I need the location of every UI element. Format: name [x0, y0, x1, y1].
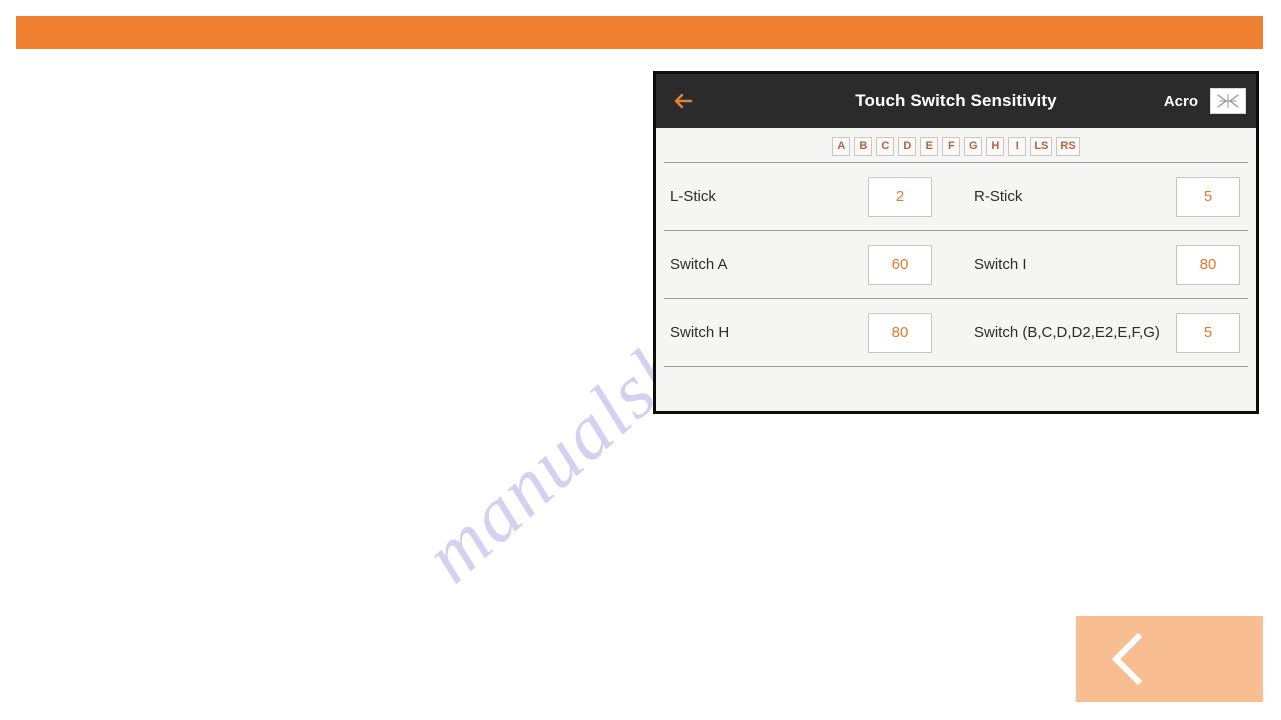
setting-value-input[interactable]: 80 — [1176, 244, 1240, 285]
tab-a[interactable]: A — [832, 137, 851, 156]
row-left-cell: Switch A 60 — [664, 244, 956, 285]
switch-tab-strip: A B C D E F G H I LS RS — [656, 128, 1256, 162]
setting-value-input[interactable]: 80 — [868, 312, 932, 353]
row-right-cell: Switch I 80 — [956, 244, 1248, 285]
tab-h[interactable]: H — [986, 137, 1005, 156]
setting-label: L-Stick — [670, 188, 716, 205]
header-right-group: Acro — [1164, 88, 1246, 114]
previous-page-button[interactable] — [1076, 616, 1263, 702]
table-row: Switch H 80 Switch (B,C,D,D2,E2,E,F,G) 5 — [656, 299, 1256, 366]
top-banner — [16, 16, 1263, 49]
row-right-cell: R-Stick 5 — [956, 176, 1248, 217]
setting-value-input[interactable]: 60 — [868, 244, 932, 285]
table-row: Switch A 60 Switch I 80 — [656, 231, 1256, 298]
device-header: Touch Switch Sensitivity Acro — [656, 74, 1256, 128]
row-left-cell: Switch H 80 — [664, 312, 956, 353]
setting-label: Switch I — [974, 256, 1027, 273]
row-right-cell: Switch (B,C,D,D2,E2,E,F,G) 5 — [956, 312, 1248, 353]
setting-value-input[interactable]: 5 — [1176, 312, 1240, 353]
tab-e[interactable]: E — [920, 137, 939, 156]
setting-value-input[interactable]: 2 — [868, 176, 932, 217]
tab-b[interactable]: B — [854, 137, 873, 156]
tab-rs[interactable]: RS — [1056, 137, 1080, 156]
table-row: L-Stick 2 R-Stick 5 — [656, 163, 1256, 230]
tab-d[interactable]: D — [898, 137, 917, 156]
setting-label: R-Stick — [974, 188, 1023, 205]
tab-g[interactable]: G — [964, 137, 983, 156]
tab-i[interactable]: I — [1008, 137, 1027, 156]
settings-list: L-Stick 2 R-Stick 5 Switch A 60 Switch I… — [656, 162, 1256, 407]
row-left-cell: L-Stick 2 — [664, 176, 956, 217]
setting-label: Switch A — [670, 256, 728, 273]
tab-c[interactable]: C — [876, 137, 895, 156]
airplane-icon[interactable] — [1210, 88, 1246, 114]
setting-value-input[interactable]: 5 — [1176, 176, 1240, 217]
model-name: Acro — [1163, 92, 1198, 110]
list-footer-space — [656, 367, 1256, 407]
setting-label: Switch H — [670, 324, 730, 341]
tab-f[interactable]: F — [942, 137, 961, 156]
chevron-left-icon — [1108, 631, 1152, 687]
back-arrow-icon[interactable] — [670, 88, 696, 114]
setting-label: Switch (B,C,D,D2,E2,E,F,G) — [974, 324, 1160, 341]
device-screenshot: Touch Switch Sensitivity Acro A B C D E … — [653, 71, 1259, 414]
tab-ls[interactable]: LS — [1030, 137, 1053, 156]
